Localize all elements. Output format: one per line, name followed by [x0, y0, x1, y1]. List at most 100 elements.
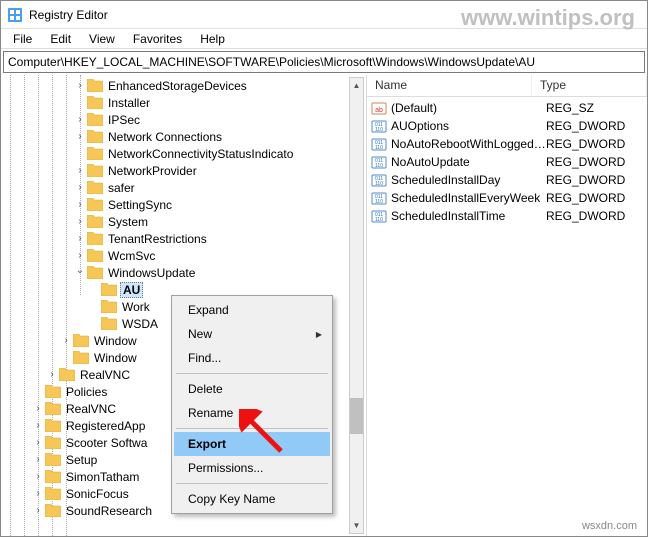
- folder-icon: [45, 504, 61, 517]
- expand-icon[interactable]: ›: [59, 335, 73, 346]
- tree-label: Policies: [64, 385, 109, 399]
- tree-item[interactable]: ›safer: [3, 179, 366, 196]
- expand-icon[interactable]: ›: [73, 182, 87, 193]
- tree-label: WSDA: [120, 317, 160, 331]
- folder-icon: [87, 266, 103, 279]
- tree-item[interactable]: ›NetworkProvider: [3, 162, 366, 179]
- list-row[interactable]: ab(Default)REG_SZ: [367, 99, 647, 117]
- list-pane[interactable]: Name Type ab(Default)REG_SZ011110AUOptio…: [367, 75, 647, 536]
- folder-icon: [87, 249, 103, 262]
- ctx-sep: [176, 428, 328, 429]
- tree-label: SoundResearch: [64, 504, 154, 518]
- address-bar[interactable]: Computer\HKEY_LOCAL_MACHINE\SOFTWARE\Pol…: [3, 51, 645, 73]
- tree-item[interactable]: ·NetworkConnectivityStatusIndicato: [3, 145, 366, 162]
- no-icon: ·: [87, 318, 101, 329]
- scroll-up-icon[interactable]: ▲: [350, 78, 363, 93]
- expand-icon[interactable]: ›: [73, 250, 87, 261]
- ctx-new[interactable]: New: [174, 322, 330, 346]
- tree-label: WindowsUpdate: [106, 266, 197, 280]
- expand-icon[interactable]: ›: [73, 199, 87, 210]
- tree-label: WcmSvc: [106, 249, 157, 263]
- scroll-thumb[interactable]: [350, 398, 363, 434]
- expand-icon[interactable]: ›: [73, 131, 87, 142]
- col-type[interactable]: Type: [532, 75, 647, 96]
- col-name[interactable]: Name: [367, 75, 532, 96]
- tree-item[interactable]: ›TenantRestrictions: [3, 230, 366, 247]
- svg-text:110: 110: [375, 181, 383, 187]
- folder-icon: [101, 317, 117, 330]
- folder-icon: [87, 181, 103, 194]
- expand-icon[interactable]: ›: [73, 80, 87, 91]
- no-icon: ·: [59, 352, 73, 363]
- expand-icon[interactable]: ›: [45, 369, 59, 380]
- tree-item[interactable]: ›EnhancedStorageDevices: [3, 77, 366, 94]
- svg-text:110: 110: [375, 127, 383, 133]
- tree-scrollbar[interactable]: ▲ ▼: [349, 77, 364, 534]
- ctx-rename[interactable]: Rename: [174, 401, 330, 425]
- collapse-icon[interactable]: ⌄: [73, 265, 87, 276]
- tree-item[interactable]: › SettingSync: [3, 196, 366, 213]
- value-name: NoAutoRebootWithLoggedOnU...: [391, 137, 546, 151]
- no-icon: ·: [31, 386, 45, 397]
- tree-item[interactable]: ›IPSec: [3, 111, 366, 128]
- folder-icon: [87, 232, 103, 245]
- tree-label: System: [106, 215, 150, 229]
- menu-view[interactable]: View: [81, 30, 123, 48]
- reg-dword-icon: 011110: [371, 208, 387, 224]
- ctx-sep: [176, 373, 328, 374]
- menu-file[interactable]: File: [5, 30, 40, 48]
- list-row[interactable]: 011110AUOptionsREG_DWORD: [367, 117, 647, 135]
- tree-item[interactable]: ⌄ WindowsUpdate: [3, 264, 366, 281]
- expand-icon[interactable]: ›: [31, 505, 45, 516]
- reg-dword-icon: 011110: [371, 154, 387, 170]
- folder-icon: [87, 130, 103, 143]
- ctx-find[interactable]: Find...: [174, 346, 330, 370]
- tree-label: SonicFocus: [64, 487, 131, 501]
- reg-dword-icon: 011110: [371, 136, 387, 152]
- menu-help[interactable]: Help: [192, 30, 233, 48]
- expand-icon[interactable]: ›: [73, 114, 87, 125]
- ctx-permissions[interactable]: Permissions...: [174, 456, 330, 480]
- expand-icon[interactable]: ›: [31, 437, 45, 448]
- tree-label: SettingSync: [106, 198, 174, 212]
- tree-item[interactable]: ·Installer: [3, 94, 366, 111]
- list-row[interactable]: 011110ScheduledInstallEveryWeekREG_DWORD: [367, 189, 647, 207]
- tree-label: AU: [120, 282, 143, 298]
- expand-icon[interactable]: ›: [73, 216, 87, 227]
- folder-icon: [87, 164, 103, 177]
- no-icon: ·: [87, 301, 101, 312]
- expand-icon[interactable]: ›: [31, 488, 45, 499]
- scroll-down-icon[interactable]: ▼: [350, 518, 363, 533]
- list-row[interactable]: 011110NoAutoUpdateREG_DWORD: [367, 153, 647, 171]
- folder-icon: [73, 351, 89, 364]
- list-row[interactable]: 011110ScheduledInstallTimeREG_DWORD: [367, 207, 647, 225]
- expand-icon[interactable]: ›: [73, 165, 87, 176]
- expand-icon[interactable]: ›: [31, 471, 45, 482]
- context-menu: Expand New Find... Delete Rename Export …: [171, 295, 333, 514]
- ctx-copy[interactable]: Copy Key Name: [174, 487, 330, 511]
- folder-icon: [87, 215, 103, 228]
- reg-sz-icon: ab: [371, 100, 387, 116]
- list-body: ab(Default)REG_SZ011110AUOptionsREG_DWOR…: [367, 97, 647, 227]
- expand-icon[interactable]: ›: [31, 420, 45, 431]
- list-header: Name Type: [367, 75, 647, 97]
- list-row[interactable]: 011110NoAutoRebootWithLoggedOnU...REG_DW…: [367, 135, 647, 153]
- tree-label: SimonTatham: [64, 470, 141, 484]
- expand-icon[interactable]: ›: [73, 233, 87, 244]
- list-row[interactable]: 011110ScheduledInstallDayREG_DWORD: [367, 171, 647, 189]
- ctx-delete[interactable]: Delete: [174, 377, 330, 401]
- titlebar: Registry Editor: [1, 1, 647, 29]
- menu-favorites[interactable]: Favorites: [125, 30, 190, 48]
- expand-icon[interactable]: ›: [31, 403, 45, 414]
- ctx-export[interactable]: Export: [174, 432, 330, 456]
- tree-item[interactable]: › System: [3, 213, 366, 230]
- tree-label: Scooter Softwa: [64, 436, 149, 450]
- menu-edit[interactable]: Edit: [42, 30, 79, 48]
- tree-item[interactable]: › WcmSvc: [3, 247, 366, 264]
- folder-icon: [45, 470, 61, 483]
- expand-icon[interactable]: ›: [31, 454, 45, 465]
- tree-item[interactable]: ›Network Connections: [3, 128, 366, 145]
- svg-text:ab: ab: [375, 107, 383, 114]
- folder-icon: [87, 113, 103, 126]
- ctx-expand[interactable]: Expand: [174, 298, 330, 322]
